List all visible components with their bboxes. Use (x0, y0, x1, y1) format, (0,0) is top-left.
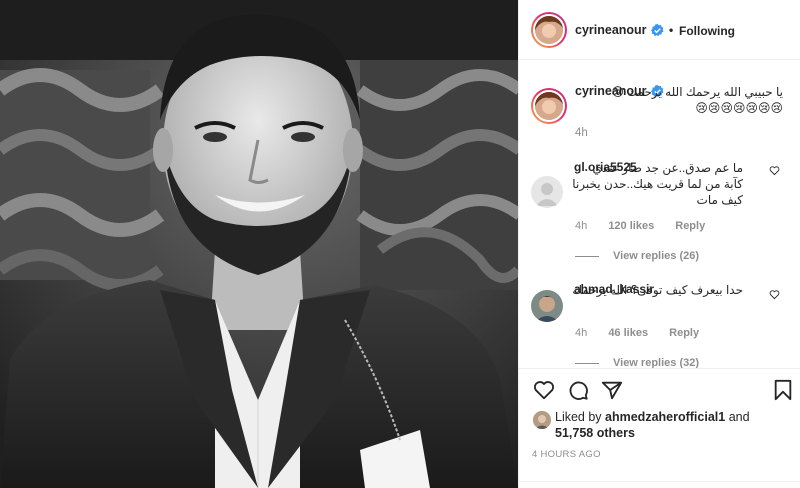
author-username[interactable]: cyrineanour (575, 23, 647, 37)
portrait-image (0, 0, 518, 488)
caption-time[interactable]: 4h (575, 127, 588, 139)
comment-likes[interactable]: 46 likes (608, 327, 648, 339)
default-avatar-icon (531, 176, 563, 208)
author-avatar[interactable] (531, 12, 567, 48)
view-replies-label: View replies (26) (613, 250, 700, 262)
post-timestamp[interactable]: 4 HOURS AGO (532, 449, 601, 460)
heart-icon[interactable] (769, 289, 780, 300)
bookmark-icon[interactable] (773, 379, 793, 401)
share-icon[interactable] (601, 379, 623, 401)
caption-avatar-image (535, 92, 563, 120)
liker-avatar-image (533, 411, 551, 429)
likes-count[interactable]: 51,758 (555, 426, 593, 440)
following-button[interactable]: Following (679, 24, 735, 38)
liker-avatar[interactable] (533, 411, 551, 429)
commenter-avatar[interactable] (531, 176, 563, 208)
likes-prefix: Liked by (555, 410, 606, 424)
post-side-panel: cyrineanour • Following cyrineanour يا ح… (518, 0, 800, 488)
heart-icon[interactable] (769, 165, 780, 176)
comment-likes[interactable]: 120 likes (608, 220, 654, 232)
comment-text: حدا بيعرف كيف توفى؟ الله يرحمك (572, 283, 743, 297)
likes-text: Liked by ahmedzaherofficial1 and 51,758 o… (555, 409, 795, 441)
commenter-avatar[interactable] (531, 290, 563, 322)
comment-time[interactable]: 4h (575, 220, 587, 232)
caption-avatar[interactable] (531, 88, 567, 124)
add-comment-area[interactable] (519, 481, 800, 488)
liker-username[interactable]: ahmedzaherofficial1 (605, 410, 725, 424)
comment-meta: 4h 120 likes Reply (575, 220, 723, 232)
verified-badge-icon (651, 24, 664, 37)
separator-dot: • (669, 23, 674, 37)
reply-button[interactable]: Reply (669, 327, 699, 339)
divider-line (575, 255, 599, 257)
comment-text: ما عم صدق..عن جد صار عندي كآبة من لما قر… (572, 161, 743, 207)
view-replies-button[interactable]: View replies (26) (575, 250, 699, 262)
divider-line (575, 362, 599, 364)
comment-time[interactable]: 4h (575, 327, 587, 339)
caption-text: يا حبيبي الله يرحمك الله يرحمك 😢😢😢😢😢😢😢😢 (611, 85, 783, 115)
likes-middle: and (725, 410, 750, 424)
post-header: cyrineanour • Following (519, 0, 800, 60)
commenter-avatar-image (531, 290, 563, 322)
comment-icon[interactable] (567, 379, 589, 401)
likes-suffix[interactable]: others (593, 426, 635, 440)
reply-button[interactable]: Reply (675, 220, 705, 232)
heart-icon[interactable] (533, 379, 555, 401)
post-actions: Liked by ahmedzaherofficial1 and 51,758 o… (519, 368, 800, 488)
post-photo[interactable] (0, 0, 518, 488)
comment-meta: 4h 46 likes Reply (575, 327, 717, 339)
author-avatar-image (535, 16, 563, 44)
